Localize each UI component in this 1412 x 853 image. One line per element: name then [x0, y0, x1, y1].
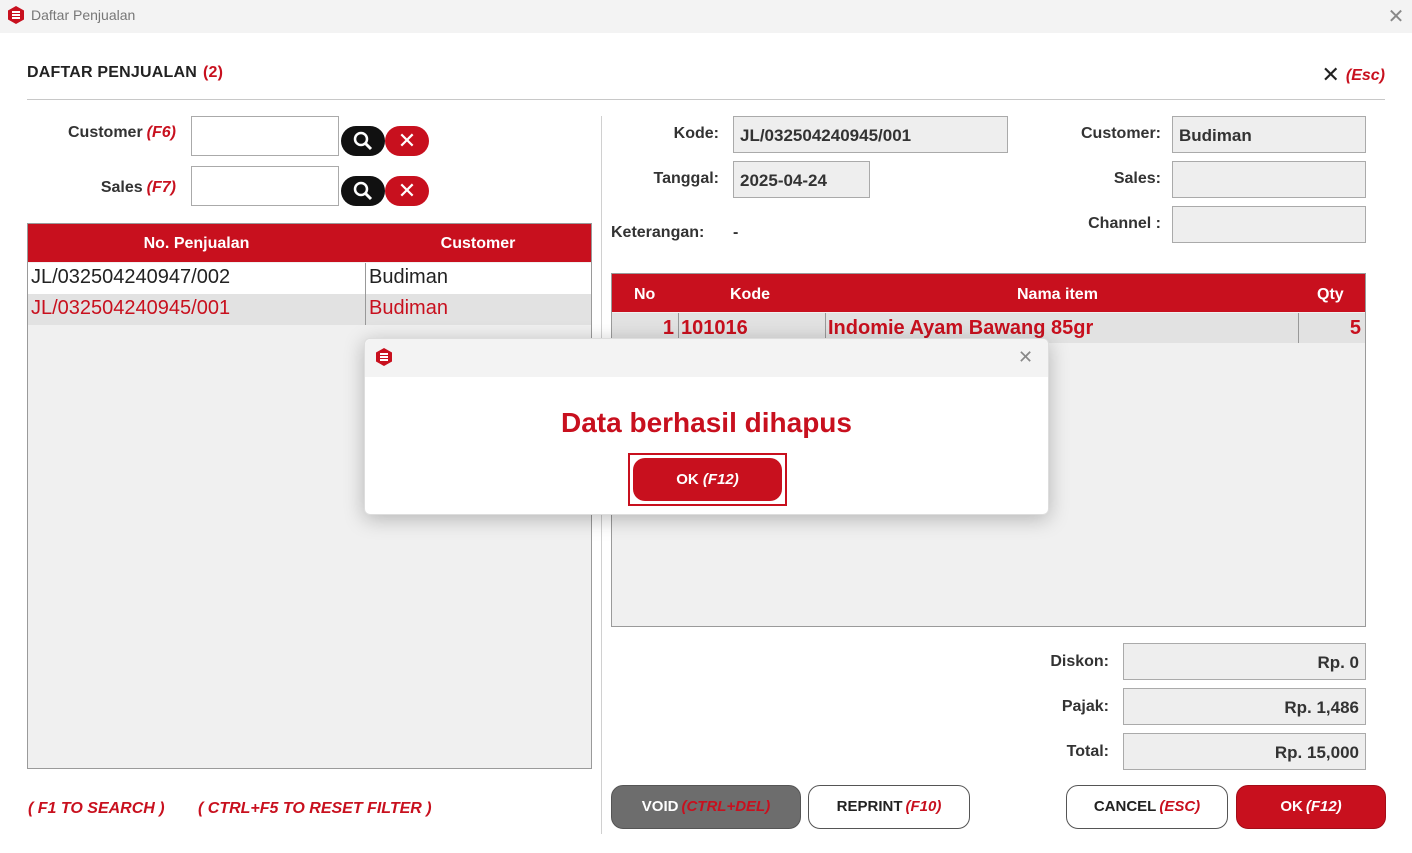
dialog-close-icon[interactable]: ✕ [1018, 347, 1033, 368]
page-title-text: DAFTAR PENJUALAN [27, 64, 198, 81]
detail-customer-label: Customer: [1080, 125, 1161, 142]
dialog-ok-focus-ring: OK (F12) [628, 453, 787, 506]
keterangan-value: - [733, 224, 739, 241]
ok-shortcut: (F12) [1305, 798, 1342, 815]
sales-filter-input[interactable] [191, 166, 339, 206]
pajak-label: Pajak: [1061, 698, 1109, 715]
sales-clear-button[interactable]: ✕ [385, 176, 429, 206]
kode-field: JL/032504240945/001 [733, 116, 1008, 153]
app-logo-icon [8, 6, 24, 24]
customer-search-button[interactable] [341, 126, 385, 156]
record-count: (2) [203, 64, 224, 81]
cancel-shortcut: (ESC) [1159, 798, 1201, 815]
message-dialog: ✕ Data berhasil dihapus OK (F12) [364, 338, 1049, 515]
void-button[interactable]: VOID (CTRL+DEL) [611, 785, 801, 829]
table-row[interactable]: JL/032504240947/002 Budiman [28, 263, 591, 294]
detail-customer-field: Budiman [1172, 116, 1366, 153]
window-title: Daftar Penjualan [31, 7, 136, 23]
sales-filter-label-text: Sales [100, 179, 143, 196]
cell-qty: 5 [1349, 317, 1361, 339]
cell-customer: Budiman [369, 266, 448, 288]
reprint-label: REPRINT [836, 798, 903, 815]
search-icon [353, 181, 373, 201]
diskon-label: Diskon: [1050, 653, 1109, 670]
sales-search-button[interactable] [341, 176, 385, 206]
cell-no-penjualan: JL/032504240947/002 [31, 266, 231, 288]
page-title: DAFTAR PENJUALAN (2) [27, 64, 223, 82]
cell-divider [365, 263, 366, 294]
clear-icon: ✕ [397, 128, 417, 153]
customer-filter-shortcut: (F6) [146, 124, 176, 141]
search-hint: ( F1 TO SEARCH ) [28, 800, 165, 817]
dialog-titlebar: ✕ [365, 339, 1048, 377]
header-close-button[interactable]: ✕ (Esc) [1321, 62, 1385, 88]
dialog-message: Data berhasil dihapus [561, 407, 852, 438]
sales-filter-shortcut: (F7) [146, 179, 176, 196]
detail-sales-label: Sales: [1113, 170, 1161, 187]
customer-filter-input[interactable] [191, 116, 339, 156]
cancel-button[interactable]: CANCEL (ESC) [1066, 785, 1228, 829]
column-header-kode[interactable]: Kode [730, 286, 770, 304]
cell-divider [1298, 313, 1299, 343]
window-close-icon[interactable]: ✕ [1386, 4, 1406, 29]
reprint-button[interactable]: REPRINT (F10) [808, 785, 970, 829]
total-label: Total: [1066, 743, 1109, 760]
customer-clear-button[interactable]: ✕ [385, 126, 429, 156]
dialog-ok-button[interactable]: OK (F12) [633, 458, 782, 501]
close-shortcut: (Esc) [1345, 67, 1385, 84]
column-header-customer[interactable]: Customer [365, 235, 591, 253]
ok-label: OK [1280, 798, 1303, 815]
clear-icon: ✕ [397, 178, 417, 203]
diskon-field: Rp. 0 [1123, 643, 1366, 680]
page-header: DAFTAR PENJUALAN (2) ✕ (Esc) [27, 62, 1385, 100]
tanggal-label: Tanggal: [653, 170, 719, 187]
detail-sales-field [1172, 161, 1366, 198]
table-row-selected[interactable]: JL/032504240945/001 Budiman [28, 294, 591, 325]
sales-filter-label: Sales (F7) [30, 179, 176, 197]
column-header-nama-item[interactable]: Nama item [1017, 286, 1098, 304]
close-icon: ✕ [1321, 62, 1340, 87]
ok-button[interactable]: OK (F12) [1236, 785, 1386, 829]
cell-divider [365, 294, 366, 325]
cell-no: 1 [662, 317, 674, 339]
dialog-ok-shortcut: (F12) [702, 471, 739, 488]
customer-filter-label-text: Customer [67, 124, 143, 141]
keterangan-label: Keterangan: [611, 224, 705, 241]
reprint-shortcut: (F10) [905, 798, 942, 815]
cell-nama-item: Indomie Ayam Bawang 85gr [828, 317, 1094, 339]
column-header-no-penjualan[interactable]: No. Penjualan [28, 235, 365, 253]
cancel-label: CANCEL [1093, 798, 1157, 815]
customer-filter-label: Customer (F6) [30, 124, 176, 142]
window-titlebar: Daftar Penjualan ✕ [0, 0, 1412, 33]
column-header-qty[interactable]: Qty [1317, 286, 1344, 304]
reset-filter-hint: ( CTRL+F5 TO RESET FILTER ) [198, 800, 432, 817]
void-shortcut: (CTRL+DEL) [681, 798, 771, 815]
channel-field [1172, 206, 1366, 243]
cell-no-penjualan: JL/032504240945/001 [31, 297, 231, 319]
channel-label: Channel : [1088, 215, 1161, 232]
total-field: Rp. 15,000 [1123, 733, 1366, 770]
tanggal-field: 2025-04-24 [733, 161, 870, 198]
void-label: VOID [641, 798, 679, 815]
sales-list-header: No. Penjualan Customer [28, 224, 591, 262]
column-header-no[interactable]: No [634, 286, 655, 304]
kode-label: Kode: [673, 125, 719, 142]
app-logo-icon [376, 348, 392, 366]
dialog-ok-label: OK [676, 471, 699, 488]
cell-kode: 101016 [681, 317, 748, 339]
items-header: No Kode Nama item Qty [612, 274, 1365, 312]
pajak-field: Rp. 1,486 [1123, 688, 1366, 725]
search-icon [353, 131, 373, 151]
cell-customer: Budiman [369, 297, 448, 319]
